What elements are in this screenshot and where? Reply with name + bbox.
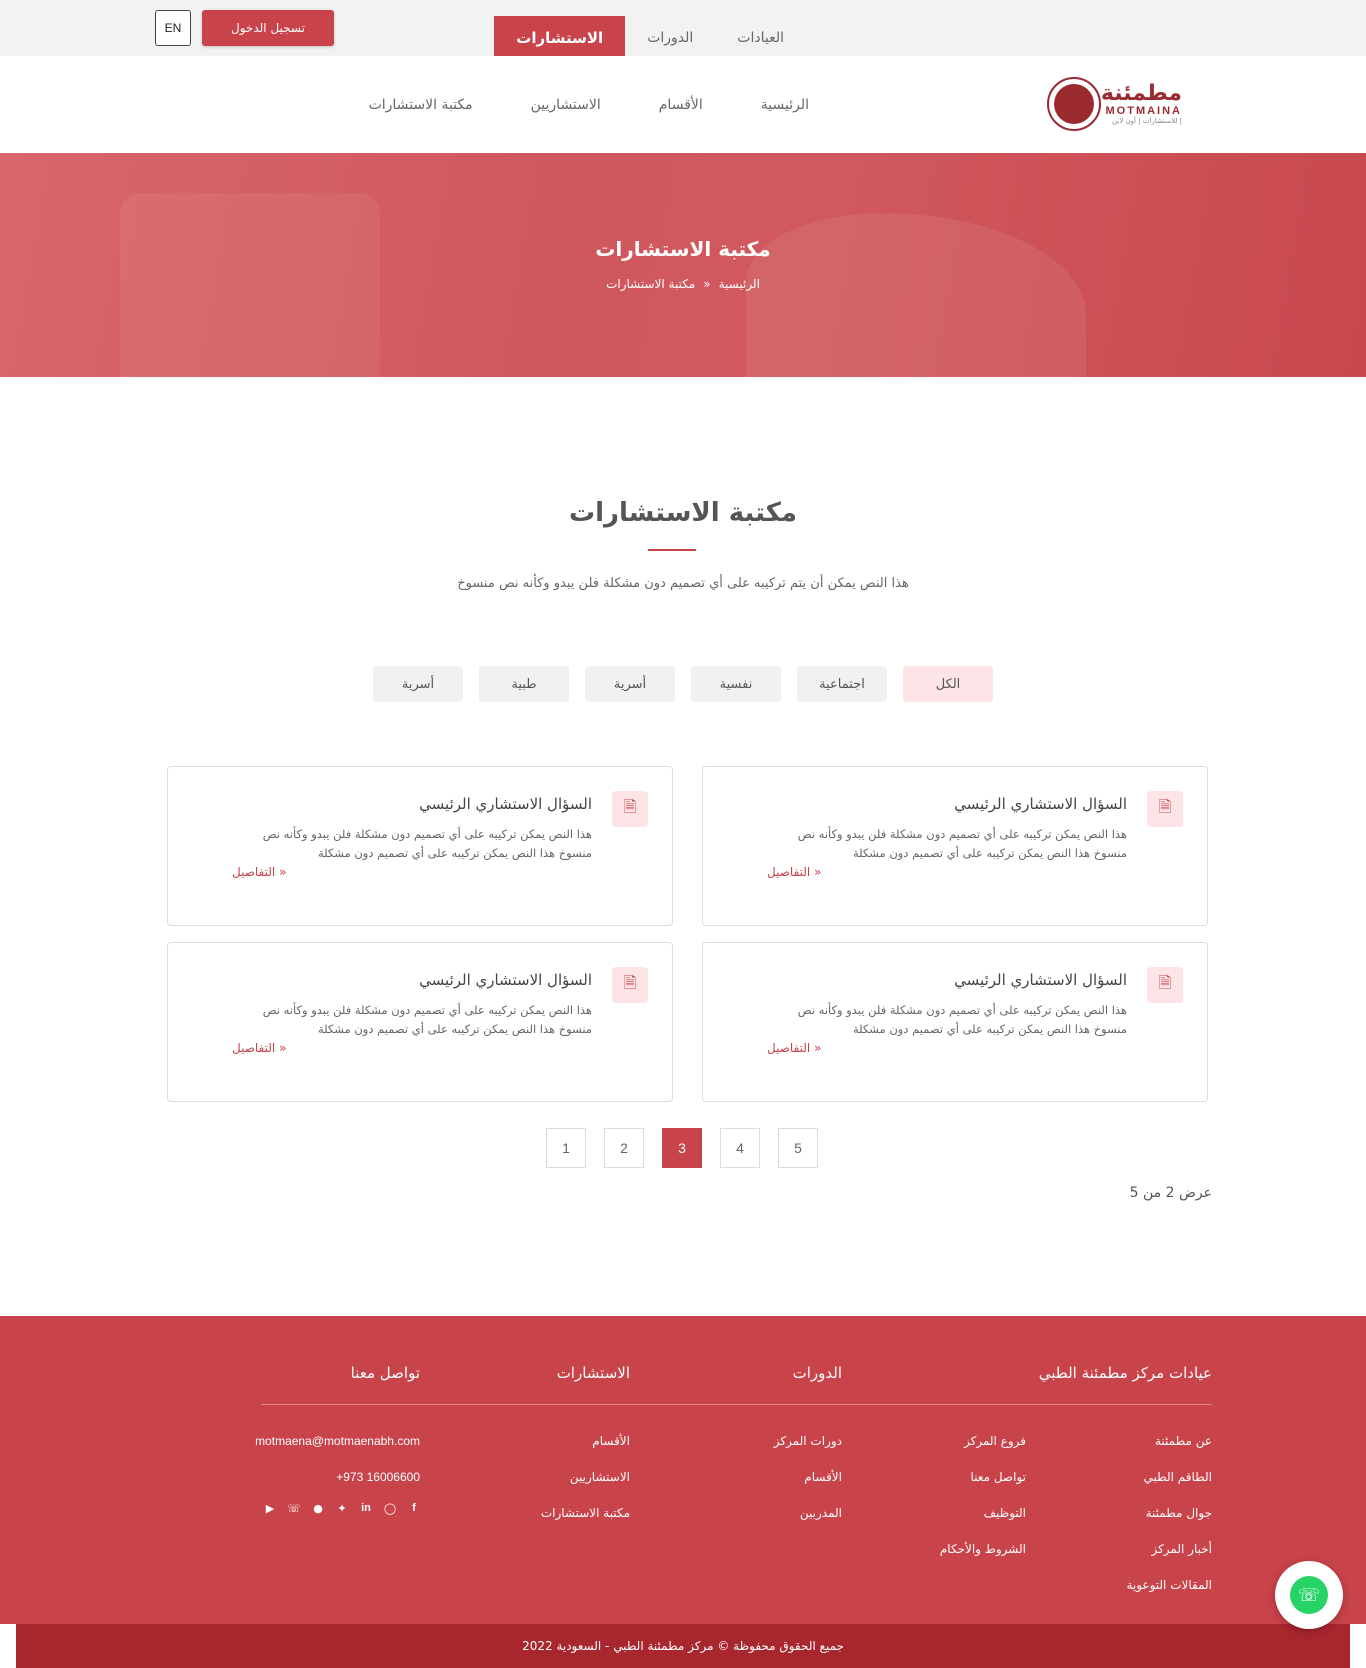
card-text: هذا النص يمكن تركيبه على أي تصميم دون مش… (797, 827, 1127, 860)
card-details-link[interactable]: التفاصيل » (767, 1041, 1127, 1055)
logo-text: مطمئنة MOTMAINA للاستشارات | أون لاين | (1100, 81, 1182, 126)
top-tabs: العيادات الدورات الاستشارات (494, 16, 806, 56)
card-details-link[interactable]: التفاصيل » (232, 865, 592, 879)
nav-consultants[interactable]: الاستشاريين (531, 97, 601, 113)
tab-courses[interactable]: الدورات (625, 16, 715, 56)
card-title: السؤال الاستشاري الرئيسي (954, 971, 1127, 989)
copyright-bar: جميع الحقوق محفوظة © مركز مطمئنة الطبي -… (16, 1624, 1350, 1668)
consultation-card[interactable]: 🗎 السؤال الاستشاري الرئيسي هذا النص يمكن… (167, 766, 673, 926)
facebook-icon[interactable]: f (408, 1502, 420, 1514)
footer-link[interactable]: فروع المركز (964, 1434, 1026, 1448)
nav-consultations-library[interactable]: مكتبة الاستشارات (369, 97, 473, 113)
logo-emblem-icon (1046, 77, 1101, 131)
copyright-text: جميع الحقوق محفوظة © مركز مطمئنة الطبي -… (522, 1639, 844, 1653)
tab-clinics[interactable]: العيادات (715, 16, 806, 56)
filter-all[interactable]: الكل (903, 666, 993, 702)
hero-banner: مكتبة الاستشارات الرئيسية » مكتبة الاستش… (0, 153, 1366, 377)
breadcrumb: الرئيسية » مكتبة الاستشارات (0, 277, 1366, 291)
page-2[interactable]: 2 (604, 1128, 644, 1168)
tab-consultations[interactable]: الاستشارات (494, 16, 626, 56)
linkedin-icon[interactable]: in (360, 1502, 372, 1514)
logo[interactable]: مطمئنة MOTMAINA للاستشارات | أون لاين | (1028, 76, 1188, 132)
filter-family[interactable]: أسرية (585, 666, 675, 702)
page-3[interactable]: 3 (662, 1128, 702, 1168)
section-description: هذا النص يمكن أن يتم تركيبه على أي تصميم… (457, 576, 909, 591)
card-text: هذا النص يمكن تركيبه على أي تصميم دون مش… (262, 1003, 592, 1036)
footer-link[interactable]: المدربين (800, 1506, 842, 1520)
filter-social[interactable]: اجتماعية (797, 666, 887, 702)
consultation-card[interactable]: 🗎 السؤال الاستشاري الرئيسي هذا النص يمكن… (167, 942, 673, 1102)
breadcrumb-separator-icon: » (703, 277, 711, 291)
results-count: عرض 2 من 5 (1129, 1185, 1212, 1201)
footer-link[interactable]: جوال مطمئنة (1146, 1506, 1212, 1520)
footer-phone[interactable]: +973 16006600 (336, 1470, 420, 1484)
filter-family-2[interactable]: أسرية (373, 666, 463, 702)
nav-departments[interactable]: الأقسام (659, 97, 703, 113)
card-text: هذا النص يمكن تركيبه على أي تصميم دون مش… (262, 827, 592, 860)
footer-link[interactable]: الأقسام (804, 1470, 842, 1484)
footer-heading-courses: الدورات (792, 1364, 842, 1382)
breadcrumb-current: مكتبة الاستشارات (606, 277, 696, 291)
footer-link[interactable]: مكتبة الاستشارات (541, 1506, 630, 1520)
document-icon: 🗎 (612, 967, 648, 1003)
footer-link[interactable]: الشروط والأحكام (940, 1542, 1026, 1556)
footer-link[interactable]: تواصل معنا (971, 1470, 1026, 1484)
card-details-link[interactable]: التفاصيل » (232, 1041, 592, 1055)
card-title: السؤال الاستشاري الرئيسي (419, 795, 592, 813)
consultation-card[interactable]: 🗎 السؤال الاستشاري الرئيسي هذا النص يمكن… (702, 766, 1208, 926)
footer-heading-consultations: الاستشارات (556, 1364, 630, 1382)
login-button[interactable]: تسجيل الدخول (202, 10, 334, 46)
footer-link[interactable]: المقالات التوعوية (1126, 1578, 1212, 1592)
snapchat-icon[interactable]: ● (312, 1502, 324, 1515)
footer-heading-clinics: عيادات مركز مطمئنة الطبي (1038, 1364, 1212, 1382)
footer-link[interactable]: الطاقم الطبي (1144, 1470, 1212, 1484)
page-5[interactable]: 5 (778, 1128, 818, 1168)
document-icon: 🗎 (1147, 791, 1183, 827)
nav-home[interactable]: الرئيسية (761, 97, 809, 113)
page-4[interactable]: 4 (720, 1128, 760, 1168)
footer-link[interactable]: الاستشاريين (570, 1470, 630, 1484)
page-1[interactable]: 1 (546, 1128, 586, 1168)
nav-links: الرئيسية الأقسام الاستشاريين مكتبة الاست… (369, 56, 809, 153)
category-filters: الكل اجتماعية نفسية أسرية طبية أسرية (373, 666, 993, 702)
footer-link[interactable]: دورات المركز (774, 1434, 842, 1448)
footer: عيادات مركز مطمئنة الطبي الدورات الاستشا… (0, 1316, 1366, 1624)
document-icon: 🗎 (612, 791, 648, 827)
consultation-card[interactable]: 🗎 السؤال الاستشاري الرئيسي هذا النص يمكن… (702, 942, 1208, 1102)
section-title: مكتبة الاستشارات (569, 498, 797, 528)
section-divider (648, 549, 696, 551)
top-bar: EN تسجيل الدخول العيادات الدورات الاستشا… (0, 0, 1366, 56)
logo-english: MOTMAINA (1105, 105, 1182, 117)
footer-link[interactable]: الأقسام (592, 1434, 630, 1448)
main-nav: مطمئنة MOTMAINA للاستشارات | أون لاين | … (0, 56, 1366, 153)
footer-divider (261, 1404, 1212, 1405)
twitter-icon[interactable]: ✦ (336, 1502, 348, 1515)
filter-medical[interactable]: طبية (479, 666, 569, 702)
card-text: هذا النص يمكن تركيبه على أي تصميم دون مش… (797, 1003, 1127, 1036)
pagination: 1 2 3 4 5 (546, 1128, 818, 1168)
logo-subtitle: للاستشارات | أون لاين | (1112, 117, 1182, 125)
whatsapp-icon[interactable]: ☏ (287, 1502, 301, 1515)
document-icon: 🗎 (1147, 967, 1183, 1003)
hero-title: مكتبة الاستشارات (595, 237, 771, 261)
footer-link[interactable]: عن مطمئنة (1155, 1434, 1212, 1448)
footer-link[interactable]: التوظيف (984, 1506, 1026, 1520)
language-button[interactable]: EN (155, 10, 191, 46)
card-title: السؤال الاستشاري الرئيسي (419, 971, 592, 989)
breadcrumb-home[interactable]: الرئيسية (719, 277, 760, 291)
footer-email[interactable]: motmaena@motmaenabh.com (255, 1434, 420, 1448)
youtube-icon[interactable]: ▶ (264, 1502, 276, 1515)
footer-link[interactable]: أخبار المركز (1151, 1542, 1212, 1556)
card-details-link[interactable]: التفاصيل » (767, 865, 1127, 879)
footer-heading-contact: تواصل معنا (350, 1364, 420, 1382)
card-title: السؤال الاستشاري الرئيسي (954, 795, 1127, 813)
whatsapp-icon: ☏ (1290, 1576, 1328, 1614)
whatsapp-float-button[interactable]: ☏ (1275, 1561, 1343, 1629)
instagram-icon[interactable]: ◯ (384, 1502, 396, 1515)
social-links: ▶ ☏ ● ✦ in ◯ f (264, 1502, 420, 1515)
logo-arabic: مطمئنة (1100, 81, 1182, 106)
filter-psychological[interactable]: نفسية (691, 666, 781, 702)
